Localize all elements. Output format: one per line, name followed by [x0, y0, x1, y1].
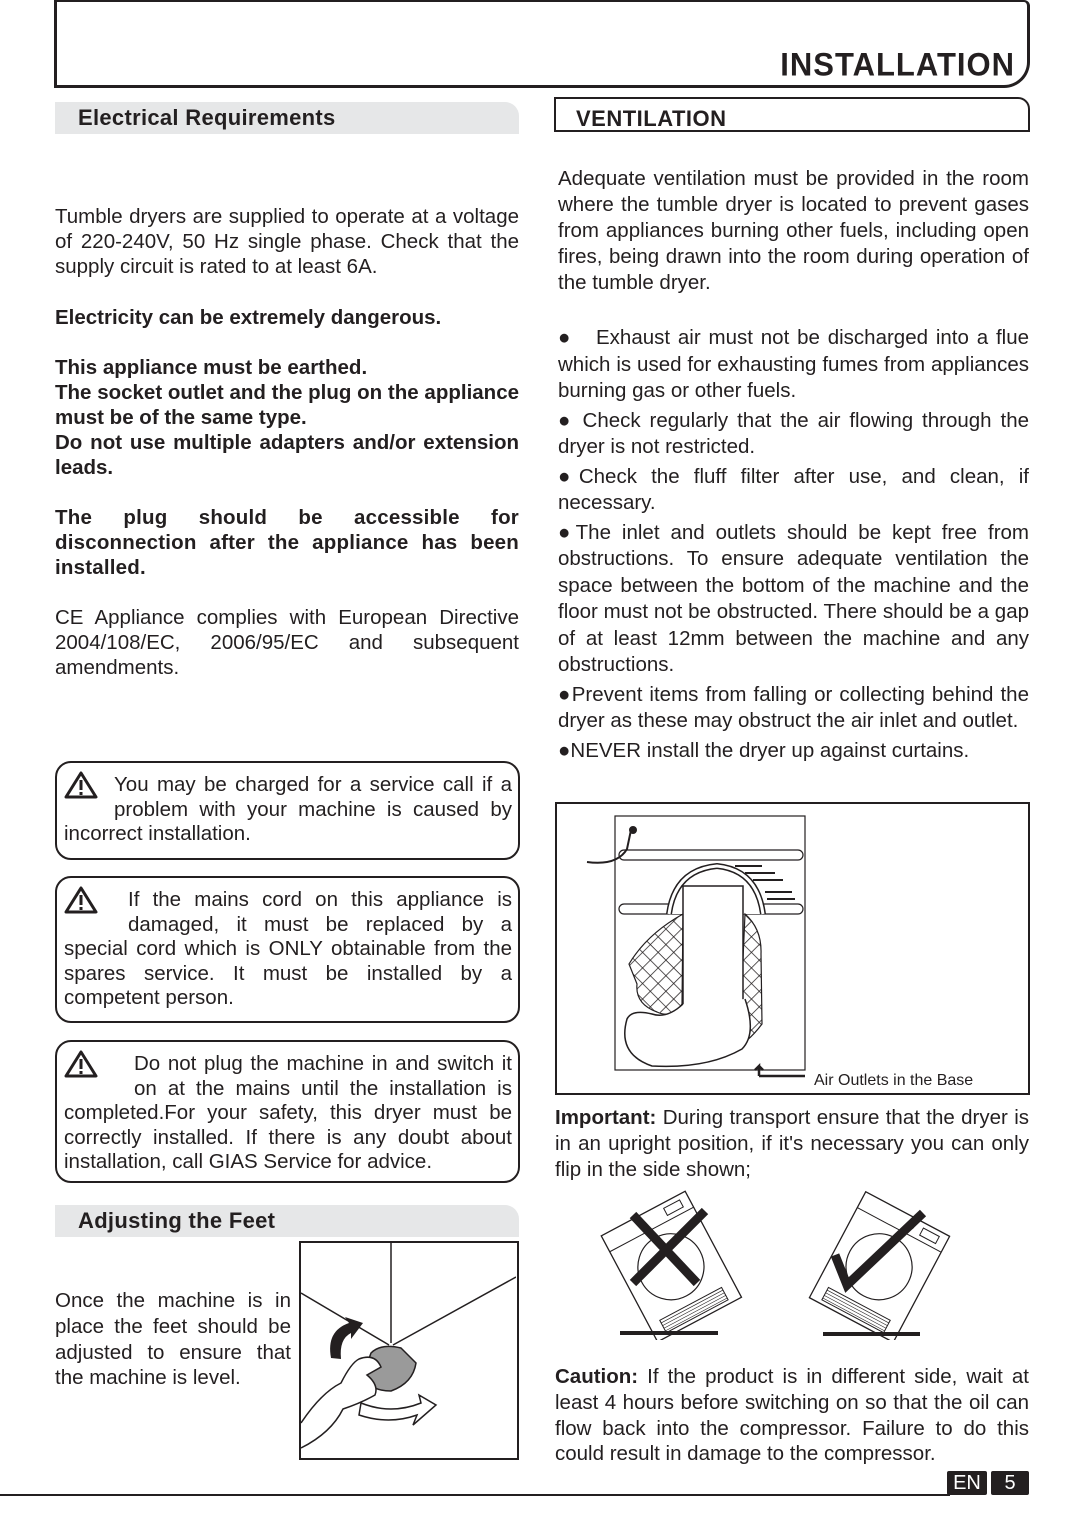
ventilation-heading: VENTILATION	[554, 97, 1030, 132]
caution-note: Caution: If the product is in different …	[555, 1364, 1029, 1467]
language-badge: EN	[947, 1471, 987, 1495]
figure-caption: Air Outlets in the Base	[814, 1072, 973, 1089]
warning-text: Do not plug the machine in and switch it…	[64, 1052, 512, 1173]
page-number: 5	[991, 1471, 1029, 1495]
warning-triangle-icon	[64, 771, 98, 799]
title-box: INSTALLATION	[54, 0, 1030, 88]
warning-box-installation: Do not plug the machine in and switch it…	[55, 1040, 520, 1183]
bullet-icon: ●	[558, 738, 571, 762]
check-mark-dryer-icon	[808, 1190, 951, 1344]
warning-text: You may be charged for a service call if…	[64, 773, 512, 845]
electrical-requirements-heading: Electrical Requirements	[55, 102, 519, 134]
cross-mark-dryer-icon	[600, 1190, 743, 1343]
list-item: ●The inlet and outlets should be kept fr…	[558, 520, 1029, 677]
list-item: ● Check regularly that the air flowing t…	[558, 408, 1030, 459]
feet-adjustment-illustration	[299, 1241, 519, 1460]
earthed-statement: This appliance must be earthed.	[55, 356, 368, 379]
feet-instructions: Once the machine is in place the feet sh…	[55, 1289, 291, 1390]
section-heading-text: Adjusting the Feet	[78, 1208, 276, 1233]
ventilation-bullet-list: ● Exhaust air must not be discharged int…	[558, 325, 1029, 764]
warning-triangle-icon	[64, 1050, 98, 1078]
voltage-paragraph: Tumble dryers are supplied to operate at…	[55, 205, 519, 278]
floor-line	[620, 1331, 718, 1335]
warning-triangle-icon	[64, 886, 98, 914]
ce-compliance-paragraph: CE Appliance complies with European Dire…	[55, 606, 519, 679]
bullet-icon: ●	[558, 682, 572, 706]
important-label: Important:	[555, 1106, 657, 1129]
bullet-icon: ●	[558, 326, 596, 349]
important-transport-note: Important: During transport ensure that …	[555, 1105, 1029, 1183]
bullet-icon: ●	[558, 408, 583, 432]
bullet-icon: ●	[558, 520, 576, 544]
section-heading-text: Electrical Requirements	[78, 105, 336, 130]
caution-label: Caution:	[555, 1365, 639, 1388]
wrong-orientation-illustration	[595, 1185, 745, 1343]
bullet-icon: ●	[558, 464, 579, 488]
page-title: INSTALLATION	[780, 46, 1015, 83]
warning-box-mains-cord: If the mains cord on this appliance is d…	[55, 876, 520, 1023]
ventilation-intro: Adequate ventilation must be provided in…	[558, 167, 1029, 294]
footer-rule	[0, 1494, 950, 1496]
earthing-block: This appliance must be earthed. The sock…	[55, 355, 519, 480]
warning-text: If the mains cord on this appliance is d…	[64, 888, 512, 1009]
warning-box-service-call: You may be charged for a service call if…	[55, 761, 520, 860]
adapters-statement: Do not use multiple adapters and/or exte…	[55, 431, 519, 479]
section-heading-text: VENTILATION	[576, 106, 727, 131]
list-item: ● Exhaust air must not be discharged int…	[558, 326, 1029, 402]
hand-turning-foot-icon	[300, 1243, 517, 1449]
dryer-base-diagram-icon: Air Outlets in the Base	[586, 815, 973, 1089]
socket-statement: The socket outlet and the plug on the ap…	[55, 381, 519, 429]
list-item: ●Check the fluff filter after use, and c…	[558, 464, 1029, 515]
list-item: ●NEVER install the dryer up against curt…	[558, 738, 970, 762]
air-outlets-figure: Air Outlets in the Base	[555, 802, 1030, 1095]
plug-accessible-statement: The plug should be accessible for discon…	[55, 506, 519, 579]
danger-statement: Electricity can be extremely dangerous.	[55, 306, 442, 329]
floor-line	[823, 1332, 920, 1336]
adjusting-feet-heading: Adjusting the Feet	[55, 1205, 519, 1237]
correct-orientation-illustration	[805, 1185, 955, 1344]
list-item: ●Prevent items from falling or collectin…	[558, 682, 1029, 733]
